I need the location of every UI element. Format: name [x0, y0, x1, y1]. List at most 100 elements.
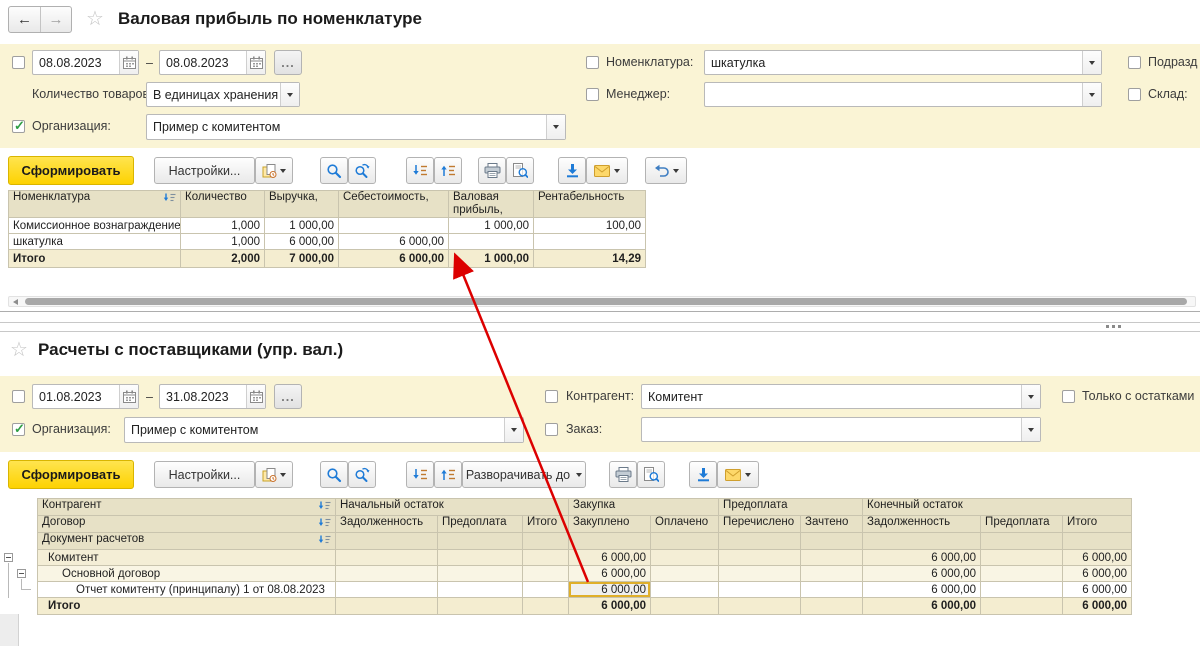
column-header[interactable]: Номенклатура	[9, 191, 181, 218]
column-header[interactable]: Выручка,	[265, 191, 339, 218]
r2-search-button[interactable]	[320, 461, 348, 488]
table-cell[interactable]	[981, 582, 1063, 598]
table-cell[interactable]	[336, 598, 438, 615]
r1-period-more-button[interactable]: ...	[274, 50, 302, 75]
column-header[interactable]	[438, 533, 523, 550]
r1-print-button[interactable]	[478, 157, 506, 184]
r1-generate-button[interactable]: Сформировать	[8, 156, 134, 185]
column-header[interactable]	[569, 533, 651, 550]
table-cell[interactable]	[981, 550, 1063, 566]
table-cell[interactable]: 6 000,00	[569, 550, 651, 566]
r2-order-field[interactable]	[641, 417, 1041, 442]
table-cell[interactable]: 100,00	[534, 218, 646, 234]
table-cell[interactable]	[651, 598, 719, 615]
column-group-header[interactable]: Закупка	[569, 499, 719, 516]
table-cell[interactable]: 6 000,00	[569, 598, 651, 615]
column-header[interactable]: Документ расчетов	[38, 533, 336, 550]
table-cell[interactable]: 7 000,00	[265, 250, 339, 268]
column-header[interactable]: Договор	[38, 516, 336, 533]
forward-button[interactable]: →	[40, 7, 71, 32]
table-cell[interactable]	[719, 582, 801, 598]
column-header[interactable]	[863, 533, 981, 550]
r1-undo-button[interactable]	[645, 157, 687, 184]
column-header[interactable]	[981, 533, 1063, 550]
table-cell[interactable]: Основной договор	[38, 566, 336, 582]
chevron-down-icon[interactable]	[1021, 385, 1040, 408]
favorite-star-icon[interactable]: ☆	[10, 340, 28, 360]
calendar-icon[interactable]	[119, 51, 138, 74]
r1-period-checkbox[interactable]	[12, 56, 25, 69]
table-cell[interactable]: Комиссионное вознаграждение	[9, 218, 181, 234]
table-cell[interactable]: 6 000,00	[1063, 598, 1132, 615]
table-cell[interactable]: 2,000	[181, 250, 265, 268]
table-cell[interactable]	[801, 550, 863, 566]
table-cell[interactable]	[719, 598, 801, 615]
table-cell[interactable]	[336, 582, 438, 598]
chevron-down-icon[interactable]	[504, 418, 523, 442]
r2-contragent-checkbox[interactable]	[545, 390, 558, 403]
r1-organization-field[interactable]: Пример с комитентом	[146, 114, 566, 140]
r1-qty-select[interactable]: В единицах хранения	[146, 82, 300, 107]
calendar-icon[interactable]	[246, 385, 265, 408]
calendar-icon[interactable]	[119, 385, 138, 408]
column-header[interactable]: Рентабельность	[534, 191, 646, 218]
r1-email-button[interactable]	[586, 157, 628, 184]
table-cell[interactable]	[523, 550, 569, 566]
r2-only-balance-checkbox[interactable]	[1062, 390, 1075, 403]
r2-contragent-field[interactable]: Комитент	[641, 384, 1041, 409]
r1-nomenclature-field[interactable]: шкатулка	[704, 50, 1102, 75]
table-cell[interactable]	[438, 582, 523, 598]
column-group-header[interactable]: Предоплата	[719, 499, 863, 516]
r2-print-button[interactable]	[609, 461, 637, 488]
column-header[interactable]: Оплачено	[651, 516, 719, 533]
column-header[interactable]: Задолженность	[863, 516, 981, 533]
column-header[interactable]	[336, 533, 438, 550]
calendar-icon[interactable]	[246, 51, 265, 74]
r2-collapse-rows-button[interactable]	[434, 461, 462, 488]
table-cell[interactable]: Комитент	[38, 550, 336, 566]
table-cell[interactable]	[339, 218, 449, 234]
table-cell[interactable]	[336, 550, 438, 566]
r1-organization-checkbox[interactable]	[12, 120, 25, 133]
column-header[interactable]: Итого	[1063, 516, 1132, 533]
table-cell[interactable]: 1,000	[181, 234, 265, 250]
table-cell[interactable]: 6 000,00	[863, 550, 981, 566]
table-cell[interactable]	[801, 598, 863, 615]
chevron-down-icon[interactable]	[1082, 51, 1101, 74]
column-header[interactable]: Зачтено	[801, 516, 863, 533]
tree-collapse-toggle[interactable]	[17, 569, 26, 578]
table-cell[interactable]: Отчет комитенту (принципалу) 1 от 08.08.…	[38, 582, 336, 598]
column-header[interactable]: Предоплата	[981, 516, 1063, 533]
table-cell[interactable]	[651, 582, 719, 598]
table-cell[interactable]: 6 000,00	[339, 250, 449, 268]
table-cell[interactable]	[438, 566, 523, 582]
table-cell[interactable]	[534, 234, 646, 250]
table-cell[interactable]: 1,000	[181, 218, 265, 234]
r2-expand-to-button[interactable]: Разворачивать до	[462, 461, 586, 488]
table-cell[interactable]: Итого	[9, 250, 181, 268]
table-cell[interactable]	[336, 566, 438, 582]
table-cell[interactable]	[651, 566, 719, 582]
r2-email-button[interactable]	[717, 461, 759, 488]
r2-date-from-field[interactable]: 01.08.2023	[32, 384, 139, 409]
column-header[interactable]	[523, 533, 569, 550]
r2-save-button[interactable]	[689, 461, 717, 488]
r2-generate-button[interactable]: Сформировать	[8, 460, 134, 489]
table-cell[interactable]: 6 000,00	[863, 598, 981, 615]
table-cell[interactable]: 6 000,00	[1063, 566, 1132, 582]
r2-preview-button[interactable]	[637, 461, 665, 488]
table-cell[interactable]	[523, 582, 569, 598]
scrollbar-thumb[interactable]	[25, 298, 1187, 305]
table-cell[interactable]	[438, 598, 523, 615]
r1-date-to-field[interactable]: 08.08.2023	[159, 50, 266, 75]
column-group-header[interactable]: Конечный остаток	[863, 499, 1132, 516]
column-header[interactable]: Контрагент	[38, 499, 336, 516]
r2-expand-rows-button[interactable]	[406, 461, 434, 488]
r1-nomenclature-checkbox[interactable]	[586, 56, 599, 69]
table-cell[interactable]: 6 000,00	[863, 566, 981, 582]
table-cell[interactable]	[438, 550, 523, 566]
r1-search-button[interactable]	[320, 157, 348, 184]
table-cell[interactable]	[801, 566, 863, 582]
column-header[interactable]: Задолженность	[336, 516, 438, 533]
r2-date-to-field[interactable]: 31.08.2023	[159, 384, 266, 409]
